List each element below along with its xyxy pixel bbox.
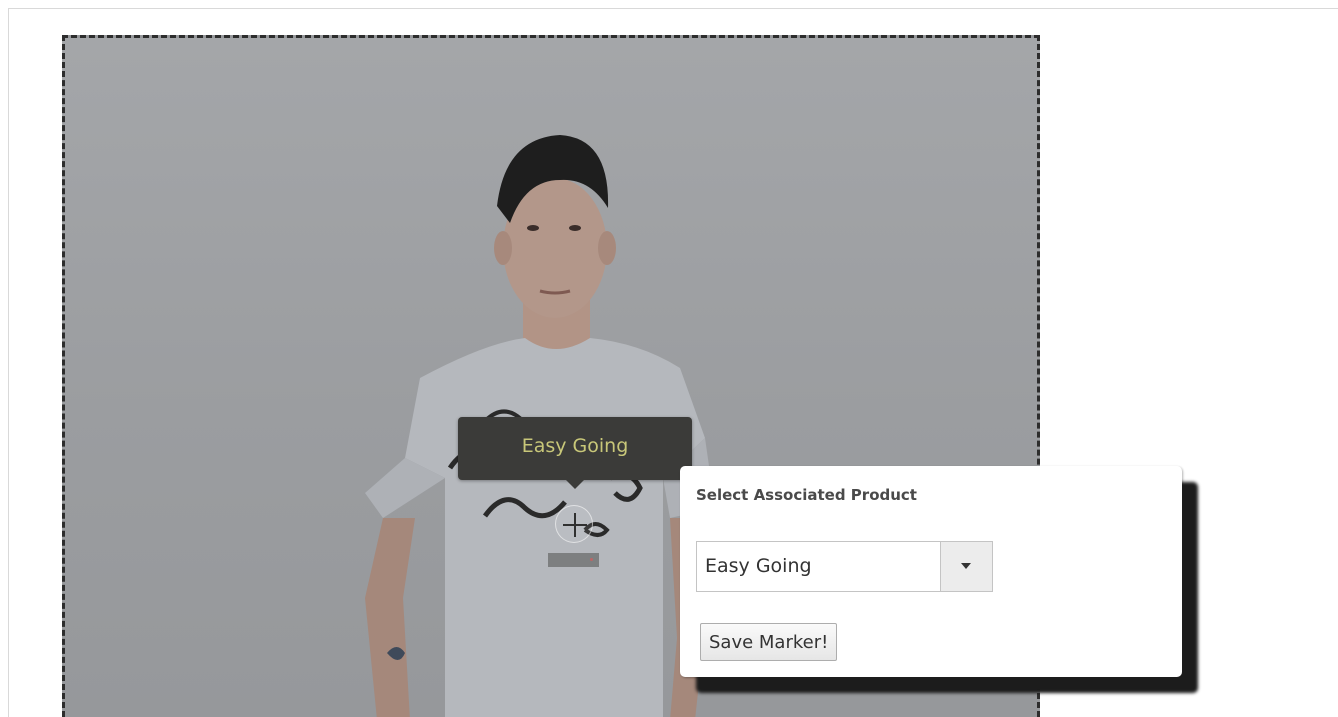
marker-drag-handle[interactable] xyxy=(548,553,599,567)
save-marker-button[interactable]: Save Marker! xyxy=(700,623,838,661)
triangle-down-icon xyxy=(961,563,971,569)
marker-plus-icon[interactable] xyxy=(555,505,593,543)
product-select-value: Easy Going xyxy=(705,555,812,577)
plus-vertical-bar xyxy=(574,513,576,537)
popup-title: Select Associated Product xyxy=(696,486,917,504)
select-toggle-button[interactable] xyxy=(940,542,992,591)
product-select[interactable]: Easy Going xyxy=(696,541,993,592)
marker-tooltip: Easy Going xyxy=(458,417,692,489)
associated-product-popup: Select Associated Product Easy Going Sav… xyxy=(680,466,1182,677)
handle-dot-icon xyxy=(590,558,593,561)
tooltip-arrow-icon xyxy=(566,480,584,489)
tooltip-label: Easy Going xyxy=(521,435,629,457)
